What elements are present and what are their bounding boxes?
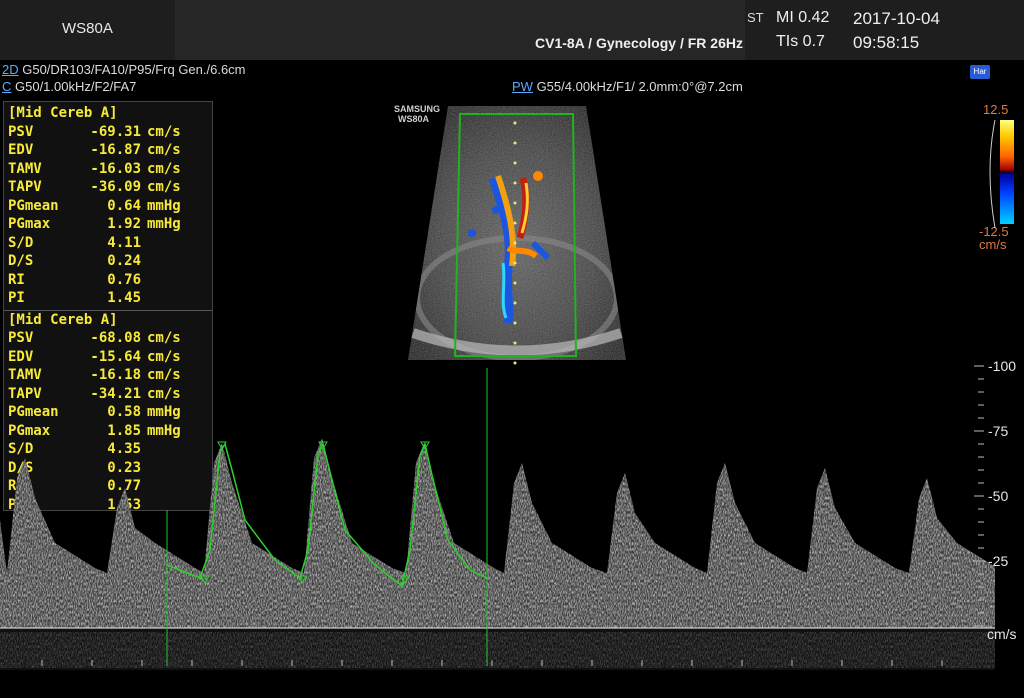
probe-preset: CV1-8A / Gynecology / FR 26Hz	[535, 35, 743, 51]
mechanical-index: MI 0.42	[776, 9, 830, 26]
watermark-line2: WS80A	[398, 114, 430, 124]
velocity-label-100: -100	[988, 358, 1017, 374]
measurement-row: S/D 4.11	[4, 234, 212, 253]
measurement-unit: mmHg	[147, 197, 181, 214]
measurement-row: PGmax 1.92 mmHg	[4, 215, 212, 234]
exam-date: 2017-10-04	[853, 9, 940, 28]
measurement-block: [Mid Cereb A] PSV -69.31 cm/s EDV -16.87 cm/s T…	[4, 104, 212, 308]
params-pw-text: G55/4.00kHz/F1/ 2.0mm:0°@7.2cm	[532, 79, 743, 94]
measurement-value: -16.87	[90, 142, 141, 158]
measurement-unit: cm/s	[147, 142, 181, 158]
measurement-label: PSV	[8, 330, 34, 346]
color-bar-max: 12.5	[983, 102, 1009, 117]
params-2d: 2D G50/DR103/FA10/P95/Frq Gen./6.6cm	[2, 62, 246, 77]
measurement-title: [Mid Cereb A]	[8, 105, 118, 121]
measurement-unit: cm/s	[147, 160, 181, 177]
measurement-value: -69.31	[90, 123, 141, 140]
measurement-value: 0.76	[107, 271, 141, 288]
measurement-row: PSV -69.31 cm/s	[4, 123, 212, 142]
velocity-unit: cm/s	[987, 626, 1017, 642]
measurement-label: RI	[8, 271, 25, 288]
measurement-label: EDV	[8, 142, 34, 158]
measurement-label: TAMV	[8, 160, 42, 177]
params-color: C G50/1.00kHz/F2/FA7	[2, 79, 136, 94]
thermal-index: TIs 0.7	[776, 33, 825, 50]
harmonic-badge-icon: Har	[970, 65, 990, 79]
header-center-panel	[175, 0, 745, 60]
measurement-label: S/D	[8, 234, 34, 251]
measurement-value: -16.03	[90, 160, 141, 177]
measurement-row: RI 0.76	[4, 271, 212, 290]
color-bar-indicator	[989, 120, 996, 229]
measurement-value: 0.24	[107, 253, 141, 269]
st-fragment: ST	[747, 10, 764, 25]
watermark-line1: SAMSUNG	[394, 104, 441, 114]
velocity-label-75: -75	[988, 423, 1009, 439]
measurement-row: TAPV -36.09 cm/s	[4, 178, 212, 197]
measurement-value: 1.92	[107, 216, 141, 232]
measurement-label: PGmax	[8, 216, 51, 232]
measurement-label: PSV	[8, 123, 34, 140]
mode-2d-link[interactable]: 2D	[2, 62, 19, 77]
measurement-label: D/S	[8, 253, 34, 269]
measurement-label: PI	[8, 290, 25, 306]
device-brand: WS80A	[62, 20, 113, 37]
params-color-text: G50/1.00kHz/F2/FA7	[11, 79, 137, 94]
color-bar-unit: cm/s	[979, 237, 1007, 252]
measurement-row: PI 1.45	[4, 289, 212, 308]
measurement-value: -36.09	[90, 179, 141, 195]
measurement-label: TAPV	[8, 179, 42, 195]
measurement-row: EDV -16.87 cm/s	[4, 141, 212, 160]
measurement-unit: cm/s	[147, 330, 181, 346]
measurement-row: D/S 0.24	[4, 252, 212, 271]
velocity-label-25: -25	[988, 553, 1009, 569]
doppler-spectrum	[0, 365, 995, 670]
params-pw: PW G55/4.00kHz/F1/ 2.0mm:0°@7.2cm	[512, 79, 743, 94]
measurement-value: 4.11	[107, 234, 141, 251]
measurement-unit: mmHg	[147, 216, 181, 232]
measurement-value: 0.64	[107, 197, 141, 214]
mode-color-link[interactable]: C	[2, 79, 11, 94]
velocity-label-50: -50	[988, 488, 1009, 504]
measurement-row: PGmean 0.64 mmHg	[4, 197, 212, 216]
mode-pw-link[interactable]: PW	[512, 79, 533, 94]
params-2d-text: G50/DR103/FA10/P95/Frq Gen./6.6cm	[18, 62, 246, 77]
measurement-title: [Mid Cereb A]	[8, 311, 118, 328]
measurement-unit: cm/s	[147, 123, 181, 140]
measurement-value: 1.45	[107, 290, 141, 306]
measurement-label: PGmean	[8, 197, 59, 214]
color-velocity-bar	[1000, 120, 1014, 224]
measurement-row: TAMV -16.03 cm/s	[4, 160, 212, 179]
measurement-row: PSV -68.08 cm/s	[4, 329, 212, 348]
color-doppler-image	[408, 106, 626, 365]
measurement-unit: cm/s	[147, 179, 181, 195]
exam-time: 09:58:15	[853, 33, 920, 52]
measurement-value: -68.08	[90, 330, 141, 346]
